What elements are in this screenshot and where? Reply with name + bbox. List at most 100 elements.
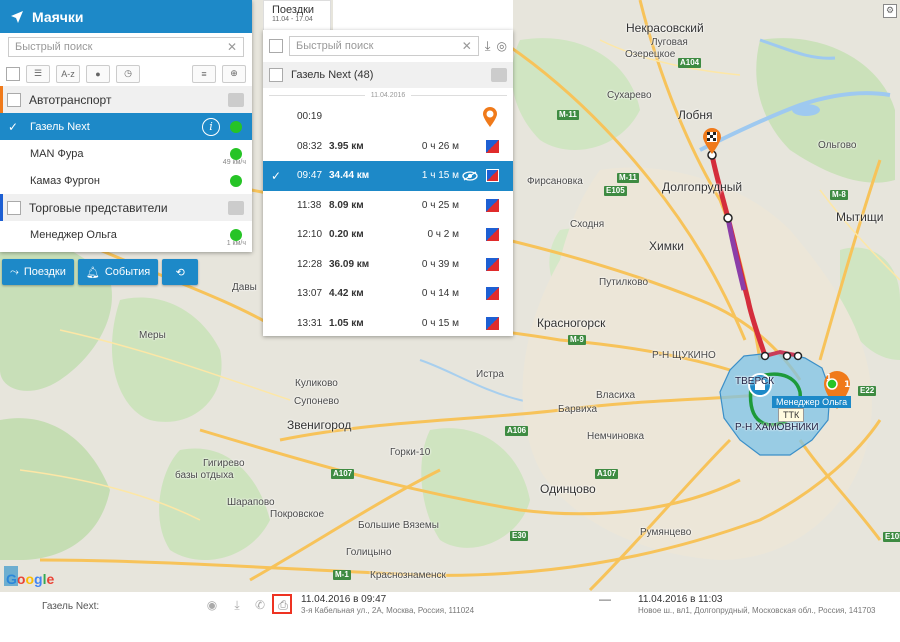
hide-eye-icon[interactable]: ◎ xyxy=(497,39,507,53)
vehicle-row-kamaz[interactable]: Камаз Фургон xyxy=(0,167,252,194)
eye-icon[interactable]: ◉ xyxy=(204,597,220,613)
trip-time: 13:07 xyxy=(297,288,323,300)
download-icon[interactable]: ⤓ xyxy=(229,597,245,613)
agent-name: Менеджер Ольга xyxy=(30,228,117,241)
info-icon[interactable]: i xyxy=(202,117,220,136)
group-color-bar xyxy=(0,86,3,113)
trip-time: 09:47 xyxy=(297,170,323,182)
group-label: Автотранспорт xyxy=(29,92,112,107)
sort-status-icon[interactable]: ● xyxy=(86,64,110,83)
group-flag-icon[interactable] xyxy=(228,92,244,107)
search-placeholder: Быстрый поиск xyxy=(296,40,374,52)
list-view-icon[interactable]: ☰ xyxy=(26,64,50,83)
trips-tab[interactable]: Поездки 11.04 - 17.04 xyxy=(263,0,331,31)
map-label: Немчиновка xyxy=(587,431,645,442)
trips-select-all-checkbox[interactable] xyxy=(269,39,283,53)
trip-row[interactable]: 11:38 8.09 км 0 ч 25 м xyxy=(263,191,513,221)
map-label: Сходня xyxy=(570,219,605,230)
trip-time: 08:32 xyxy=(297,140,323,152)
start-time: 11.04.2016 в 09:47 xyxy=(301,594,387,605)
clear-search-icon[interactable]: ✕ xyxy=(462,39,472,53)
route-color-icon[interactable] xyxy=(486,257,499,271)
check-icon[interactable]: ✓ xyxy=(8,120,22,134)
no-phone-icon[interactable]: ✆ xyxy=(252,597,268,613)
status-online-icon xyxy=(230,120,242,133)
route-color-icon[interactable] xyxy=(486,316,499,330)
trip-duration: 0 ч 2 м xyxy=(427,229,459,241)
filter-settings-icon[interactable]: ≡ xyxy=(192,64,216,83)
route-color-icon[interactable] xyxy=(486,169,499,183)
group-checkbox[interactable] xyxy=(7,92,21,107)
street-view-icon[interactable] xyxy=(4,566,18,586)
sort-alpha-button[interactable]: A-z xyxy=(56,64,80,83)
road-shield: M-11 xyxy=(557,110,579,120)
print-icon[interactable]: ⎙ xyxy=(275,597,291,613)
road-shield: E105 xyxy=(604,186,627,196)
clear-search-icon[interactable]: ✕ xyxy=(227,40,237,54)
trips-tab-title: Поездки xyxy=(272,4,315,16)
road-shield: A107 xyxy=(331,469,355,479)
trip-row[interactable]: 12:10 0.20 км 0 ч 2 м xyxy=(263,220,513,250)
trip-duration: 0 ч 15 м xyxy=(421,317,459,329)
sort-speed-icon[interactable]: ◷ xyxy=(116,64,140,83)
trips-search-input[interactable]: Быстрый поиск ✕ xyxy=(289,36,479,56)
map-label: Звенигород xyxy=(287,418,352,432)
map-label: Горки-10 xyxy=(390,447,431,458)
trips-tab-dates: 11.04 - 17.04 xyxy=(272,16,313,23)
map-label: Супонево xyxy=(294,396,340,407)
map-label: базы отдыха xyxy=(175,470,234,481)
group-color-bar xyxy=(0,194,3,221)
trip-distance: 34.44 км xyxy=(329,170,370,182)
trip-end-info: 11.04.2016 в 11:03 Новое ш., вл1, Долгоп… xyxy=(638,594,876,615)
end-address: Новое ш., вл1, Долгопрудный, Московская … xyxy=(638,606,876,615)
road-shield: E30 xyxy=(510,531,529,541)
map-label: Давы xyxy=(232,282,257,293)
beacons-panel: Маячки Быстрый поиск ✕ ☰ A-z ● ◷ ≡ ⊕ Авт… xyxy=(0,0,252,252)
eye-hidden-icon[interactable] xyxy=(462,171,478,181)
group-row-transport[interactable]: Автотранспорт xyxy=(0,86,252,113)
map-label: Голицыно xyxy=(346,547,392,558)
date-separator: 11.04.2016 xyxy=(263,88,513,102)
parking-pin-icon[interactable] xyxy=(481,106,499,128)
trip-duration: 0 ч 39 м xyxy=(421,258,459,270)
map-label: Куликово xyxy=(295,378,338,389)
download-icon[interactable]: ⤓ xyxy=(485,38,491,54)
route-color-icon[interactable] xyxy=(486,139,499,153)
agent-map-label[interactable]: Менеджер Ольга xyxy=(772,396,852,408)
trip-row[interactable]: 00:19 xyxy=(263,102,513,132)
group-flag-icon[interactable] xyxy=(228,200,244,215)
trip-row[interactable]: 12:28 36.09 км 0 ч 39 м xyxy=(263,250,513,280)
trip-row[interactable]: 08:32 3.95 км 0 ч 26 м xyxy=(263,132,513,162)
trip-row[interactable]: 13:31 1.05 км 0 ч 15 м xyxy=(263,309,513,339)
group-checkbox[interactable] xyxy=(269,68,283,82)
route-color-icon[interactable] xyxy=(486,198,499,212)
trips-button[interactable]: ⤳ Поездки xyxy=(2,259,74,285)
map-label: Шарапово xyxy=(227,497,275,508)
route-color-icon[interactable] xyxy=(486,228,499,242)
trips-vehicle-group[interactable]: Газель Next (48) xyxy=(263,62,513,88)
trip-row[interactable]: 13:07 4.42 км 0 ч 14 м xyxy=(263,279,513,309)
group-row-agents[interactable]: Торговые представители xyxy=(0,194,252,221)
route-icon: ⤳ xyxy=(10,265,19,278)
map-label: Большие Вяземы xyxy=(358,520,439,531)
map-label: Некрасовский xyxy=(626,21,704,35)
route-color-icon[interactable] xyxy=(486,287,499,301)
group-flag-icon[interactable] xyxy=(491,68,507,82)
finish-flag-marker-icon[interactable] xyxy=(701,127,723,155)
beacons-search-input[interactable]: Быстрый поиск ✕ xyxy=(8,37,244,57)
events-button[interactable]: 🔔︎ События xyxy=(77,259,159,285)
locate-icon[interactable]: ⊕ xyxy=(222,64,246,83)
history-button[interactable]: ⟲ xyxy=(162,259,199,285)
road-shield: E105 xyxy=(883,532,900,542)
trip-row-selected[interactable]: ✓ 09:47 34.44 км 1 ч 15 м xyxy=(263,161,513,191)
check-icon[interactable]: ✓ xyxy=(271,169,297,183)
vehicle-row-gazel[interactable]: ✓ Газель Next i xyxy=(0,113,252,140)
select-all-checkbox[interactable] xyxy=(6,66,20,81)
agent-row-olga[interactable]: Менеджер Ольга 1 км/ч xyxy=(0,221,252,248)
trip-time: 00:19 xyxy=(297,111,323,123)
group-checkbox[interactable] xyxy=(7,200,21,215)
map-settings-icon[interactable]: ⚙ xyxy=(883,4,897,18)
status-online-icon xyxy=(230,228,242,241)
beacons-toolbar: ☰ A-z ● ◷ ≡ ⊕ xyxy=(0,61,252,86)
vehicle-row-man[interactable]: MAN Фура 49 км/ч xyxy=(0,140,252,167)
